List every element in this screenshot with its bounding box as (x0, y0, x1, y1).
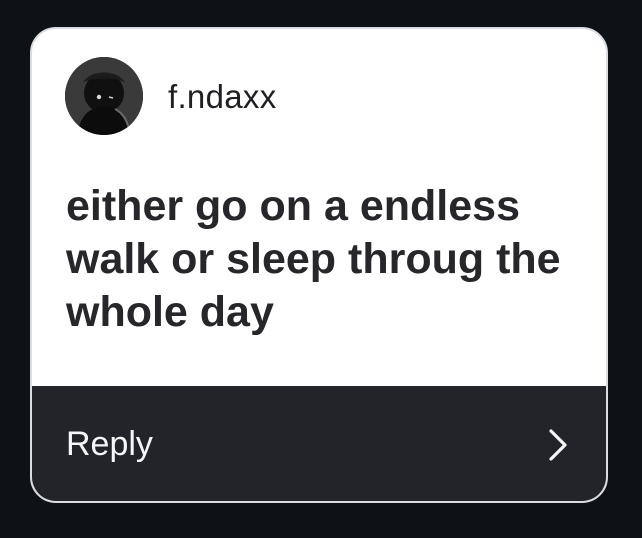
message-card: f.ndaxx either go on a endless walk or s… (30, 27, 608, 503)
message-text: either go on a endless walk or sleep thr… (66, 182, 561, 336)
username: f.ndaxx (168, 78, 277, 115)
chevron-right-icon (549, 429, 567, 461)
reply-button[interactable]: Reply (32, 386, 606, 501)
avatar (65, 57, 143, 135)
card-content: f.ndaxx either go on a endless walk or s… (32, 29, 606, 386)
reply-label: Reply (66, 425, 153, 463)
avatar-image (65, 57, 143, 135)
